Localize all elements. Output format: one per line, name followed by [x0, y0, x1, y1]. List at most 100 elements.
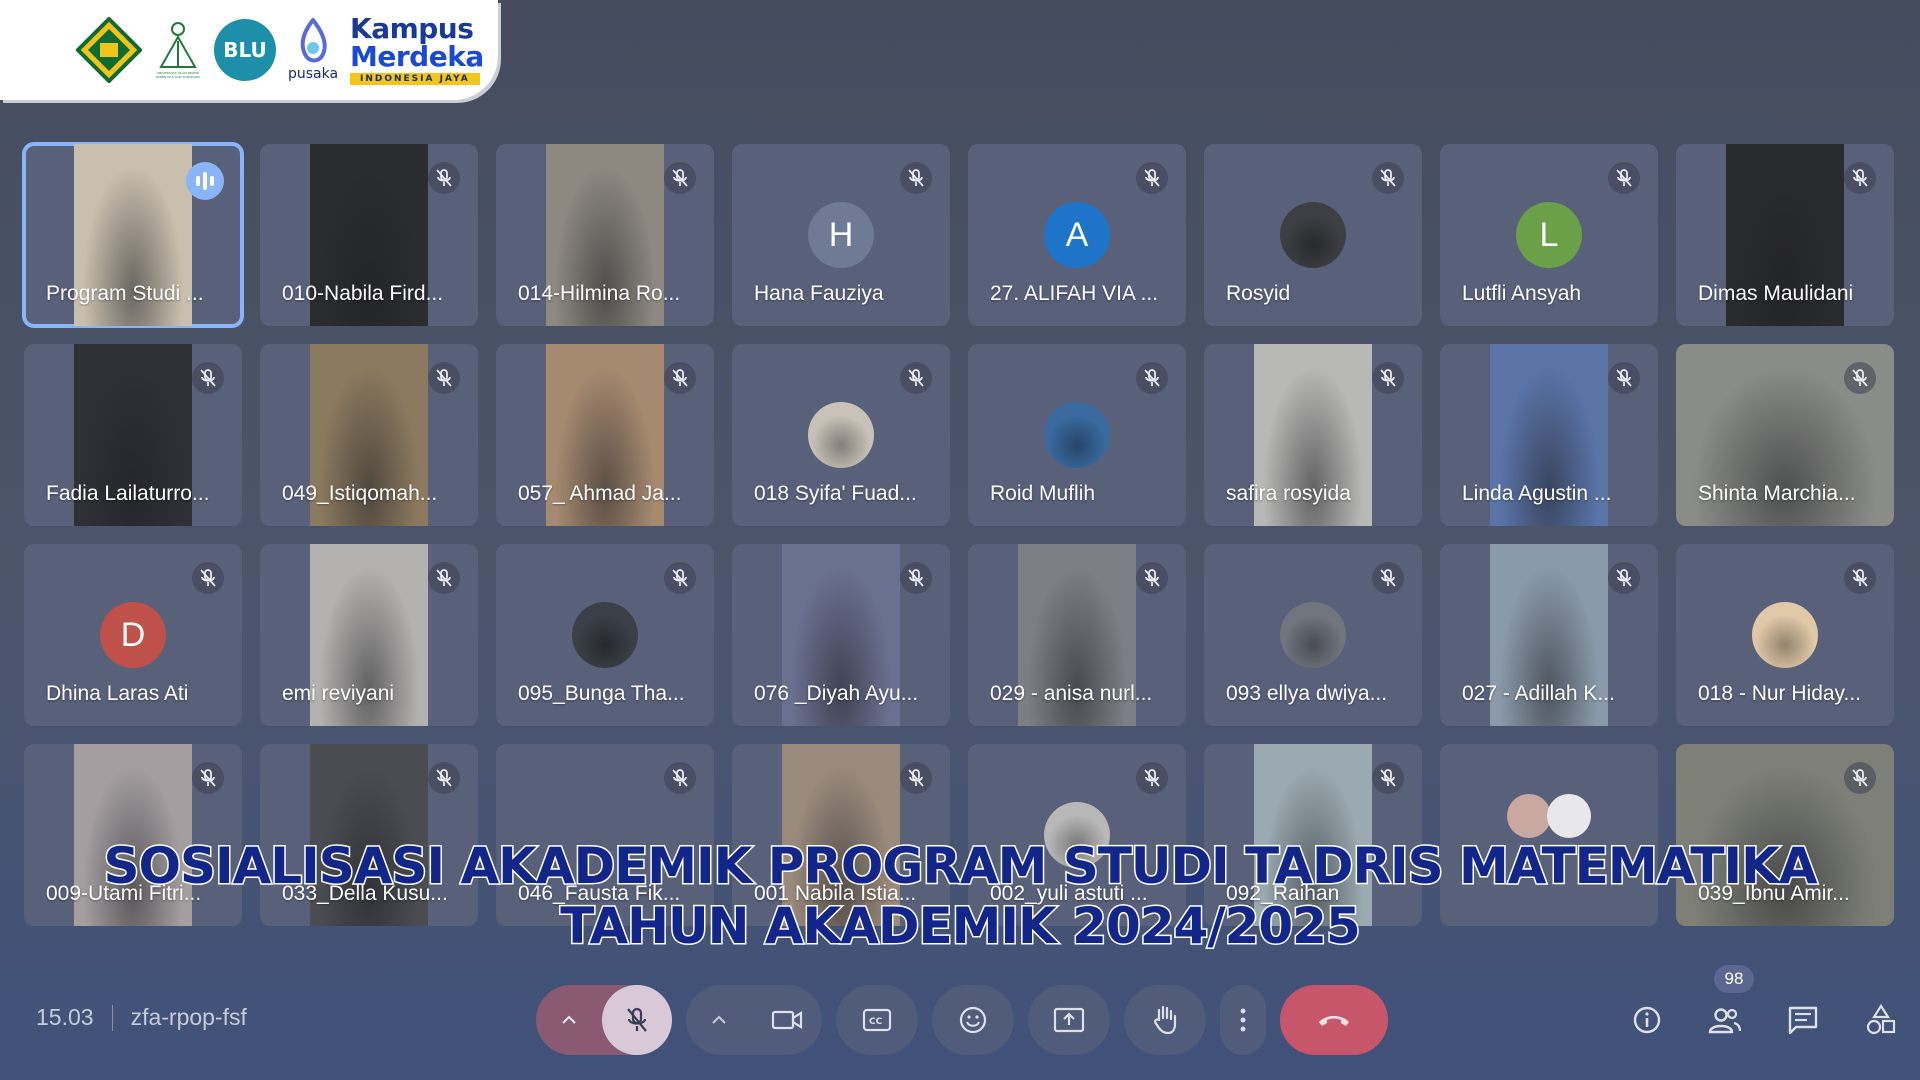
participant-profile-photo: [1280, 602, 1346, 668]
participant-tile[interactable]: 093 ellya dwiya...: [1204, 544, 1422, 726]
video-options-button[interactable]: [686, 985, 752, 1055]
camera-toggle-button[interactable]: [752, 985, 822, 1055]
participant-profile-photo: [1280, 202, 1346, 268]
participant-tile[interactable]: 014-Hilmina Ro...: [496, 144, 714, 326]
participant-tile[interactable]: H Hana Fauziya: [732, 144, 950, 326]
participant-tile[interactable]: 095_Bunga Tha...: [496, 544, 714, 726]
participant-name: 076 _Diyah Ayu...: [754, 682, 919, 705]
present-screen-button[interactable]: [1028, 985, 1110, 1055]
participant-tile[interactable]: A 27. ALIFAH VIA ...: [968, 144, 1186, 326]
participant-profile-photo: [1752, 602, 1818, 668]
participant-avatar: A: [1044, 202, 1110, 268]
participant-tile[interactable]: 010-Nabila Fird...: [260, 144, 478, 326]
participant-tile[interactable]: 027 - Adillah K...: [1440, 544, 1658, 726]
logo-banner: UNIVERSITAS ISLAM NEGERI RADEN MAS SAID …: [0, 0, 498, 100]
event-title-line2: TAHUN AKADEMIK 2024/2025: [559, 896, 1363, 957]
event-title-overlay: SOSIALISASI AKADEMIK PROGRAM STUDI TADRI…: [0, 836, 1920, 957]
participant-tile[interactable]: Roid Muflih: [968, 344, 1186, 526]
chevron-up-icon: [562, 1015, 576, 1024]
mic-off-icon: [1372, 562, 1404, 594]
mic-off-icon: [1136, 562, 1168, 594]
info-divider: [111, 1004, 113, 1031]
event-title-line1: SOSIALISASI AKADEMIK PROGRAM STUDI TADRI…: [102, 836, 1819, 897]
mic-off-icon: [664, 762, 696, 794]
participant-name: 029 - anisa nurl...: [990, 682, 1153, 705]
people-count-badge: 98: [1714, 965, 1754, 993]
leave-call-button[interactable]: [1280, 985, 1388, 1055]
participant-name: 057_ Ahmad Ja...: [518, 482, 682, 505]
mic-off-icon: [900, 162, 932, 194]
meeting-details-button[interactable]: [1630, 1003, 1664, 1037]
participant-name: Fadia Lailaturro...: [46, 482, 210, 505]
participant-name: Dimas Maulidani: [1698, 282, 1854, 305]
participant-avatar: [1507, 794, 1551, 838]
participant-name: 049_Istiqomah...: [282, 482, 438, 505]
participant-tile[interactable]: 029 - anisa nurl...: [968, 544, 1186, 726]
mic-off-icon: [1372, 362, 1404, 394]
mic-off-icon: [900, 362, 932, 394]
participant-tile[interactable]: Linda Agustin ...: [1440, 344, 1658, 526]
participant-tile[interactable]: Program Studi ...: [22, 142, 244, 328]
mic-off-icon: [900, 562, 932, 594]
people-icon: [1708, 1008, 1742, 1034]
participant-tile[interactable]: 057_ Ahmad Ja...: [496, 344, 714, 526]
mic-off-icon: [664, 562, 696, 594]
more-options-button[interactable]: [1220, 985, 1266, 1055]
reactions-button[interactable]: [932, 985, 1014, 1055]
meeting-control-bar: 15.03 zfa-rpop-fsf CC 98: [0, 965, 1920, 1060]
meeting-info: 15.03 zfa-rpop-fsf: [36, 1004, 247, 1031]
participant-tile[interactable]: 018 Syifa' Fuad...: [732, 344, 950, 526]
mic-off-icon: [1608, 162, 1640, 194]
audio-options-button[interactable]: [536, 985, 602, 1055]
participant-name: Dhina Laras Ati: [46, 682, 189, 705]
mic-off-icon: [428, 362, 460, 394]
meeting-code: zfa-rpop-fsf: [130, 1004, 247, 1030]
mic-off-icon: [1372, 162, 1404, 194]
participant-tile[interactable]: Fadia Lailaturro...: [24, 344, 242, 526]
kemenag-logo: [76, 17, 142, 83]
participant-profile-photo: [808, 402, 874, 468]
mic-off-icon: [664, 362, 696, 394]
captions-button[interactable]: CC: [836, 985, 918, 1055]
camera-icon: [771, 1010, 803, 1030]
participant-tile[interactable]: Rosyid: [1204, 144, 1422, 326]
participant-tile[interactable]: Shinta Marchia...: [1676, 344, 1894, 526]
participant-avatar: D: [100, 602, 166, 668]
activities-button[interactable]: [1864, 1003, 1898, 1037]
chat-button[interactable]: [1786, 1003, 1820, 1037]
kampus-text: Kampus: [350, 12, 474, 45]
participant-grid: Program Studi ... 010-Nabila Fird... 014-H…: [22, 142, 1894, 926]
side-panel-controls: 98: [1630, 965, 1898, 1060]
participant-name: Lutfli Ansyah: [1462, 282, 1582, 305]
participant-tile[interactable]: emi reviyani: [260, 544, 478, 726]
mic-toggle-button[interactable]: [602, 985, 672, 1055]
participant-profile-photo: [572, 602, 638, 668]
speaking-indicator-icon: [186, 162, 224, 200]
call-end-icon: [1319, 1016, 1349, 1026]
participant-tile[interactable]: 076 _Diyah Ayu...: [732, 544, 950, 726]
participant-tile[interactable]: 049_Istiqomah...: [260, 344, 478, 526]
participant-tile[interactable]: safira rosyida: [1204, 344, 1422, 526]
mic-off-icon: [428, 162, 460, 194]
participant-name: Hana Fauziya: [754, 282, 884, 305]
people-button[interactable]: 98: [1708, 965, 1754, 1037]
participant-profile-photo: [1044, 402, 1110, 468]
mic-off-icon: [664, 162, 696, 194]
mic-off-icon: [1372, 762, 1404, 794]
participant-tile[interactable]: L Lutfli Ansyah: [1440, 144, 1658, 326]
raise-hand-button[interactable]: [1124, 985, 1206, 1055]
chat-icon: [1788, 1006, 1818, 1035]
participant-tile[interactable]: 018 - Nur Hiday...: [1676, 544, 1894, 726]
uin-caption: UNIVERSITAS ISLAM NEGERI RADEN MAS SAID …: [155, 71, 201, 79]
participant-avatar: L: [1516, 202, 1582, 268]
kampus-merdeka-logo: Kampus Merdeka INDONESIA JAYA: [350, 15, 484, 85]
mic-off-icon: [192, 362, 224, 394]
participant-tile[interactable]: D Dhina Laras Ati: [24, 544, 242, 726]
participant-tile[interactable]: Dimas Maulidani: [1676, 144, 1894, 326]
mic-off-icon: [192, 562, 224, 594]
closed-captions-icon: CC: [862, 1008, 892, 1032]
participant-name: emi reviyani: [282, 682, 395, 705]
mic-off-icon: [1136, 762, 1168, 794]
mic-off-icon: [900, 762, 932, 794]
mic-off-icon: [1844, 162, 1876, 194]
